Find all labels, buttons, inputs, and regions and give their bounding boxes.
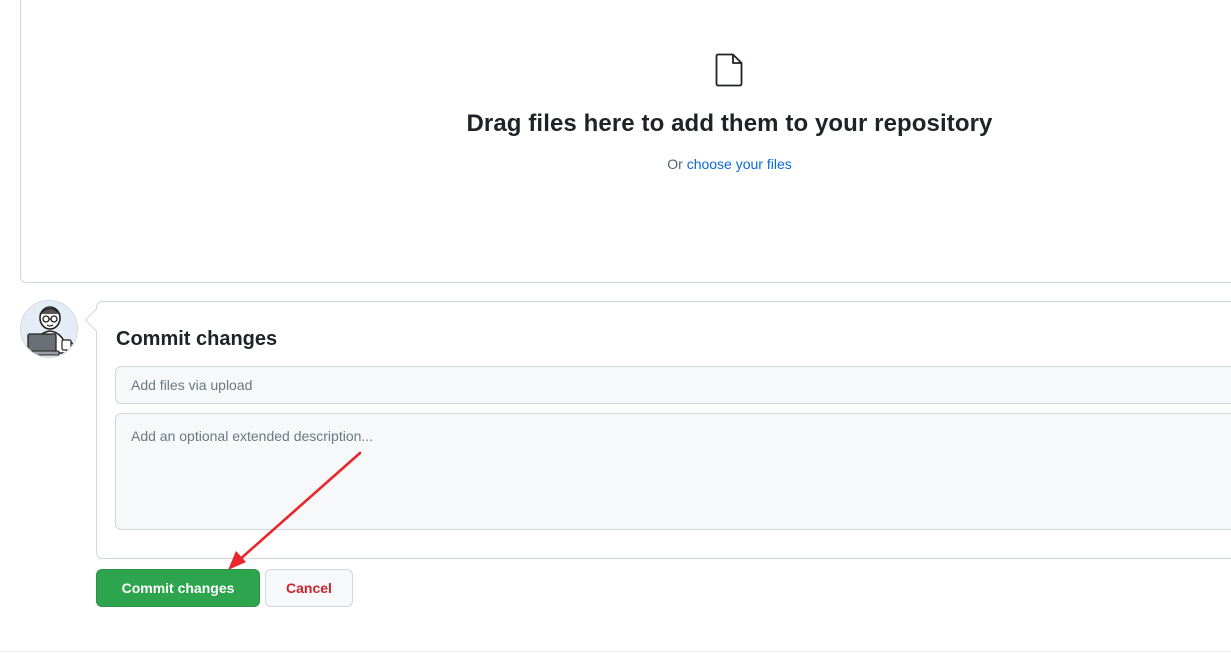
- drop-zone-prefix: Or: [667, 156, 687, 172]
- drop-zone-subtitle: Or choose your files: [0, 156, 1231, 172]
- upload-page: Drag files here to add them to your repo…: [0, 0, 1231, 653]
- cancel-button[interactable]: Cancel: [265, 569, 353, 607]
- commit-title: Commit changes: [116, 328, 278, 350]
- choose-files-link[interactable]: choose your files: [687, 156, 792, 172]
- file-icon: [715, 53, 743, 87]
- footer-divider: [0, 651, 1231, 652]
- user-avatar[interactable]: [20, 300, 78, 358]
- drop-zone-title: Drag files here to add them to your repo…: [466, 110, 993, 137]
- file-drop-zone[interactable]: [20, 0, 1231, 283]
- avatar-illustration: [21, 301, 77, 357]
- commit-summary-input[interactable]: [115, 366, 1231, 404]
- commit-changes-button[interactable]: Commit changes: [96, 569, 260, 607]
- commit-description-input[interactable]: [115, 413, 1231, 530]
